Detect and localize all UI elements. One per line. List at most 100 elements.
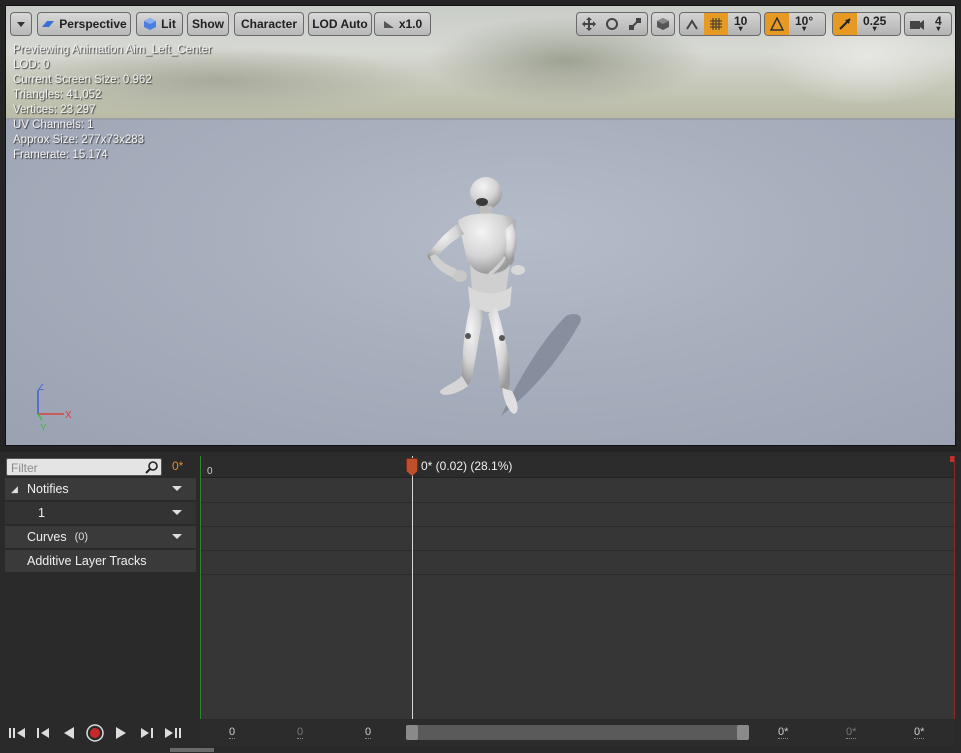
jump-to-start-button[interactable] xyxy=(5,722,29,744)
playhead-line xyxy=(412,456,413,719)
time-ruler[interactable]: 0 xyxy=(201,456,954,478)
play-reverse-icon xyxy=(64,727,74,739)
preview-viewport[interactable]: Perspective Lit Show Character LOD Auto … xyxy=(5,5,956,446)
view-range-end-handle[interactable] xyxy=(737,725,749,740)
speed-label: x1.0 xyxy=(398,17,423,31)
horizontal-scrollbar[interactable] xyxy=(170,748,214,752)
scrub-working-end-value[interactable]: 0* xyxy=(846,726,857,739)
viewport-stats: Previewing Animation Aim_Left_Center LOD… xyxy=(13,43,212,163)
perspective-label: Perspective xyxy=(59,17,127,31)
viewport-options-button[interactable] xyxy=(10,12,32,36)
lit-sphere-icon xyxy=(144,18,157,30)
camera-speed-value[interactable]: 4 ▾ xyxy=(929,13,948,35)
rotation-snap-group: 10° ▾ xyxy=(764,12,826,36)
row-divider xyxy=(201,502,954,503)
row-divider xyxy=(201,550,954,551)
chevron-down-icon[interactable] xyxy=(172,534,182,539)
lit-label: Lit xyxy=(161,17,176,31)
angle-icon xyxy=(770,17,784,31)
record-button[interactable] xyxy=(83,722,107,744)
skip-end-icon xyxy=(165,728,181,738)
view-range-start-handle[interactable] xyxy=(406,725,418,740)
stat-previewing: Previewing Animation Aim_Left_Center xyxy=(13,44,212,56)
collapse-triangle-icon[interactable]: ◢ xyxy=(11,484,21,495)
lit-button[interactable]: Lit xyxy=(136,12,183,36)
camera-speed-button[interactable] xyxy=(905,13,929,35)
speed-icon xyxy=(383,21,394,28)
axis-x-label: X xyxy=(65,410,72,421)
mannequin-character[interactable] xyxy=(406,166,606,426)
timeline-area[interactable]: 0 0* (0.02) (28.1%) xyxy=(200,456,955,719)
surface-snap-button[interactable] xyxy=(680,13,704,35)
chevron-down-icon[interactable] xyxy=(172,486,182,491)
move-icon xyxy=(581,17,596,31)
surface-snap-icon xyxy=(686,19,698,30)
track-notifies[interactable]: ◢ Notifies xyxy=(5,478,196,500)
track-curves[interactable]: Curves (0) xyxy=(5,526,196,548)
rotation-snap-value[interactable]: 10° ▾ xyxy=(789,13,819,35)
step-back-button[interactable] xyxy=(31,722,55,744)
lod-button[interactable]: LOD Auto xyxy=(308,12,372,36)
perspective-button[interactable]: Perspective xyxy=(37,12,131,36)
search-icon[interactable] xyxy=(145,460,159,474)
play-reverse-button[interactable] xyxy=(57,722,81,744)
grid-snap-value[interactable]: 10 ▾ xyxy=(728,13,753,35)
coordinate-space-button[interactable] xyxy=(651,12,675,36)
step-forward-icon xyxy=(141,728,153,738)
track-notify-1-label: 1 xyxy=(38,506,45,520)
row-divider xyxy=(201,526,954,527)
show-button[interactable]: Show xyxy=(187,12,229,36)
sequence-timeline-panel: 0* ◢ Notifies 1 Curves (0) Additive Laye… xyxy=(0,452,961,753)
scale-snap-icon xyxy=(839,18,851,30)
stat-uv-channels: UV Channels: 1 xyxy=(13,119,94,131)
scrub-start-value[interactable]: 0 xyxy=(229,726,236,739)
record-icon xyxy=(86,724,104,742)
scrub-view-end-value[interactable]: 0* xyxy=(778,726,789,739)
end-marker xyxy=(950,456,954,462)
stat-screen-size: Current Screen Size: 0.962 xyxy=(13,74,152,86)
track-notify-1[interactable]: 1 xyxy=(5,502,196,524)
scale-snap-toggle[interactable] xyxy=(833,13,857,35)
show-label: Show xyxy=(192,17,224,31)
playback-speed-button[interactable]: x1.0 xyxy=(374,12,431,36)
grid-snap-group: 10 ▾ xyxy=(679,12,761,36)
scale-snap-value[interactable]: 0.25 ▾ xyxy=(857,13,892,35)
step-back-icon xyxy=(37,728,49,738)
grid-snap-toggle[interactable] xyxy=(704,13,728,35)
scrub-end-value[interactable]: 0* xyxy=(914,726,925,739)
stat-triangles: Triangles: 41,052 xyxy=(13,89,102,101)
scale-icon xyxy=(629,18,642,30)
rotate-mode-button[interactable] xyxy=(600,13,623,35)
filter-box xyxy=(6,458,162,476)
filter-input[interactable] xyxy=(7,460,147,476)
rotation-snap-toggle[interactable] xyxy=(765,13,789,35)
character-label: Character xyxy=(240,17,298,31)
scrub-view-range-value[interactable]: 0 xyxy=(365,726,372,739)
playhead-label: 0* (0.02) (28.1%) xyxy=(421,459,513,473)
scrub-view-start-value[interactable]: 0 xyxy=(297,726,304,739)
stat-approx-size: Approx Size: 277x73x283 xyxy=(13,134,145,146)
axis-y-label: Y xyxy=(40,423,47,434)
skip-start-icon xyxy=(9,728,25,738)
jump-to-end-button[interactable] xyxy=(161,722,185,744)
track-additive-layers[interactable]: Additive Layer Tracks xyxy=(5,550,196,572)
track-notifies-label: Notifies xyxy=(27,482,69,496)
row-divider xyxy=(201,574,954,575)
track-curves-label: Curves xyxy=(27,530,67,544)
character-button[interactable]: Character xyxy=(234,12,304,36)
rotate-icon xyxy=(605,18,618,30)
animation-editor: Perspective Lit Show Character LOD Auto … xyxy=(0,0,961,753)
view-range-slider[interactable] xyxy=(406,725,749,740)
lod-label: LOD Auto xyxy=(312,17,368,31)
transform-mode-group xyxy=(576,12,648,36)
play-button[interactable] xyxy=(109,722,133,744)
camera-speed-group: 4 ▾ xyxy=(904,12,952,36)
stat-framerate: Framerate: 15.174 xyxy=(13,149,108,161)
curves-count: (0) xyxy=(74,531,89,543)
scale-mode-button[interactable] xyxy=(624,13,647,35)
translate-mode-button[interactable] xyxy=(577,13,600,35)
chevron-down-icon[interactable] xyxy=(172,510,182,515)
step-forward-button[interactable] xyxy=(135,722,159,744)
track-list: ◢ Notifies 1 Curves (0) Additive Layer T… xyxy=(5,478,196,574)
camera-icon xyxy=(910,20,924,30)
